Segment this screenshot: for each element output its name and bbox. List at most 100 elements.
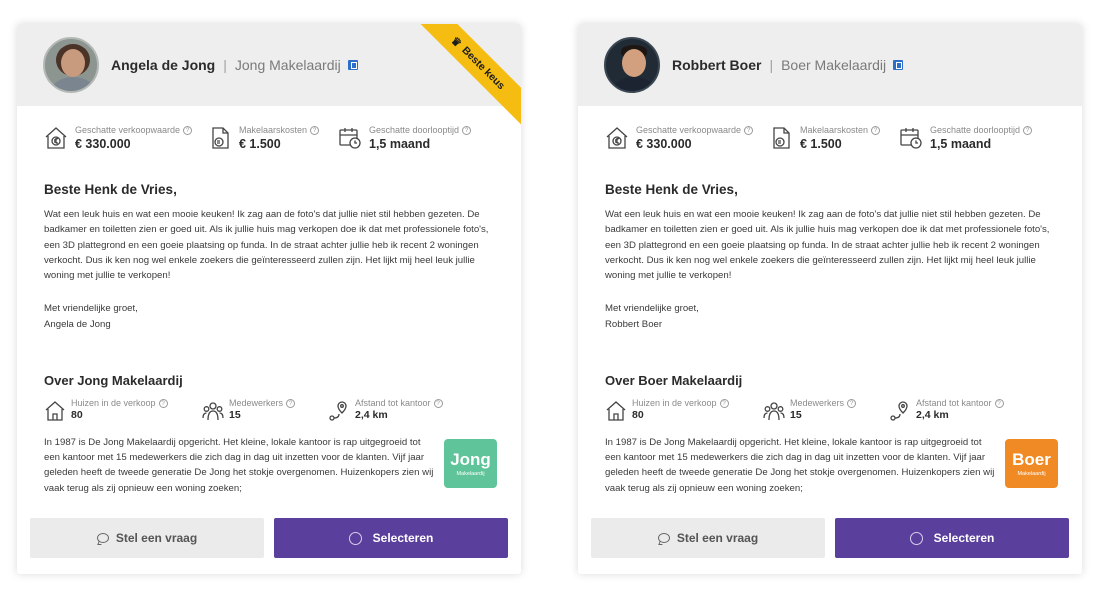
stat-value: € 330.000 (75, 137, 131, 151)
house-euro-icon (43, 125, 69, 151)
closing-line: Met vriendelijke groet, (44, 303, 138, 314)
select-button[interactable]: Selecteren (835, 518, 1069, 558)
logo-sub: Makelaardij (1017, 470, 1046, 477)
agent-card-angela: Angela de Jong | Jong Makelaardij ♛ Best… (17, 24, 521, 574)
about-stat-distance: Afstand tot kantoor? 2,4 km (889, 398, 1004, 422)
radio-circle-icon (909, 531, 923, 545)
about-stat-staff: Medewerkers? 15 (202, 398, 328, 422)
ribbon-label: Beste keus (459, 44, 508, 93)
about-title: Over Jong Makelaardij (44, 373, 183, 388)
info-icon[interactable]: ? (994, 399, 1004, 408)
info-icon[interactable]: ? (871, 126, 881, 135)
header-separator: | (769, 57, 774, 73)
stat-label: Medewerkers (790, 398, 845, 408)
calendar-clock-icon (898, 125, 924, 151)
crown-icon: ♛ (448, 34, 465, 50)
info-icon[interactable]: ? (744, 126, 754, 135)
stat-label: Geschatte doorlooptijd (369, 125, 460, 135)
ask-question-button[interactable]: Stel een vraag (591, 518, 825, 558)
stat-value: 80 (632, 409, 644, 421)
info-icon[interactable]: ? (158, 399, 168, 408)
agency-logo: Boer Makelaardij (1005, 439, 1058, 488)
info-icon[interactable]: ? (462, 126, 472, 135)
about-text: In 1987 is De Jong Makelaardij opgericht… (605, 437, 995, 494)
document-euro-icon (207, 125, 233, 151)
stat-value: 15 (229, 409, 241, 421)
calendar-clock-icon (337, 125, 363, 151)
stat-sale-value: Geschatte verkoopwaarde? € 330.000 (43, 125, 207, 151)
greeting: Beste Henk de Vries, (605, 182, 738, 197)
closing: Met vriendelijke groet, Robbert Boer (605, 301, 699, 333)
select-label: Selecteren (372, 531, 434, 545)
info-icon[interactable]: ? (310, 126, 320, 135)
signature: Robbert Boer (605, 319, 663, 330)
logo-sub: Makelaardij (456, 470, 485, 477)
about-title: Over Boer Makelaardij (605, 373, 743, 388)
stat-value: 80 (71, 409, 83, 421)
logo-main: Boer (1012, 449, 1051, 469)
stat-label: Geschatte doorlooptijd (930, 125, 1021, 135)
agency-name: Jong Makelaardij (234, 57, 341, 73)
about-stat-staff: Medewerkers? 15 (763, 398, 889, 422)
stat-label: Makelaarskosten (800, 125, 869, 135)
stat-label: Huizen in de verkoop (632, 398, 717, 408)
document-euro-icon (768, 125, 794, 151)
info-icon[interactable]: ? (183, 126, 193, 135)
about-stat-distance: Afstand tot kantoor? 2,4 km (328, 398, 443, 422)
info-icon[interactable]: ? (719, 399, 729, 408)
agent-card-robbert: Robbert Boer | Boer Makelaardij Geschatt… (578, 24, 1082, 574)
stat-label: Geschatte verkoopwaarde (636, 125, 742, 135)
about-text: In 1987 is De Jong Makelaardij opgericht… (44, 437, 434, 494)
info-icon[interactable]: ? (847, 399, 857, 408)
stat-value: € 1.500 (800, 137, 842, 151)
chat-icon (96, 533, 109, 543)
house-euro-icon (604, 125, 630, 151)
team-icon (202, 400, 224, 422)
stat-duration: Geschatte doorlooptijd? 1,5 maand (898, 125, 1033, 151)
stat-sale-value: Geschatte verkoopwaarde? € 330.000 (604, 125, 768, 151)
stat-value: 2,4 km (916, 409, 949, 421)
ask-question-label: Stel een vraag (115, 531, 198, 545)
verified-badge-icon (347, 60, 358, 70)
house-icon (44, 400, 66, 422)
closing: Met vriendelijke groet, Angela de Jong (44, 301, 138, 333)
stat-label: Makelaarskosten (239, 125, 308, 135)
header-separator: | (223, 57, 227, 73)
verified-badge-icon (893, 60, 904, 70)
about-stat-houses: Huizen in de verkoop? 80 (605, 398, 763, 422)
stat-value: € 1.500 (239, 137, 281, 151)
stat-value: 1,5 maand (930, 137, 992, 151)
message-body: Wat een leuk huis en wat een mooie keuke… (44, 209, 489, 282)
logo-main: Jong (450, 449, 491, 469)
stat-label: Medewerkers (229, 398, 284, 408)
estimate-stats: Geschatte verkoopwaarde? € 330.000 Makel… (43, 125, 503, 151)
card-header: Robbert Boer | Boer Makelaardij (578, 24, 1082, 106)
estimate-stats: Geschatte verkoopwaarde? € 330.000 Makel… (604, 125, 1064, 151)
radio-circle-icon (348, 531, 362, 545)
info-icon[interactable]: ? (433, 399, 443, 408)
stat-value: 2,4 km (355, 409, 388, 421)
closing-line: Met vriendelijke groet, (605, 303, 699, 314)
avatar (43, 37, 99, 93)
stat-label: Geschatte verkoopwaarde (75, 125, 181, 135)
greeting: Beste Henk de Vries, (44, 182, 177, 197)
route-pin-icon (328, 400, 350, 422)
stat-duration: Geschatte doorlooptijd? 1,5 maand (337, 125, 472, 151)
ask-question-label: Stel een vraag (676, 531, 759, 545)
select-button[interactable]: Selecteren (274, 518, 508, 558)
ask-question-button[interactable]: Stel een vraag (30, 518, 264, 558)
agent-name: Angela de Jong (111, 57, 216, 73)
about-stats: Huizen in de verkoop? 80 Medewerkers? 15… (605, 398, 1065, 422)
info-icon[interactable]: ? (286, 399, 296, 408)
info-icon[interactable]: ? (1023, 126, 1033, 135)
message-body: Wat een leuk huis en wat een mooie keuke… (605, 209, 1050, 282)
about-stats: Huizen in de verkoop? 80 Medewerkers? 15… (44, 398, 504, 422)
about-stat-houses: Huizen in de verkoop? 80 (44, 398, 202, 422)
stat-agent-costs: Makelaarskosten? € 1.500 (207, 125, 337, 151)
stat-value: 15 (790, 409, 802, 421)
stat-agent-costs: Makelaarskosten? € 1.500 (768, 125, 898, 151)
stat-label: Huizen in de verkoop (71, 398, 156, 408)
stat-value: € 330.000 (636, 137, 692, 151)
agency-logo: Jong Makelaardij (444, 439, 497, 488)
agency-name: Boer Makelaardij (781, 57, 887, 73)
